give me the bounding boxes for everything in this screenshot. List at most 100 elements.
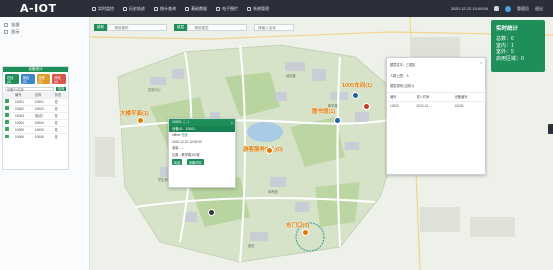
logout-link[interactable]: 退出 — [535, 6, 543, 12]
floor-select[interactable]: 请选楼层 — [187, 24, 248, 31]
table-row[interactable]: 10001 10001 在 — [3, 97, 68, 105]
map-text: 体育馆 — [268, 190, 278, 194]
tag-lowpower[interactable]: 低电(0) — [52, 74, 66, 84]
device-table: 编号 名称 状态 10001 10001 在 10002 10002 在 10003 测试… — [3, 92, 68, 140]
map-label-visitor[interactable]: 游客服务中心(0) — [243, 145, 283, 153]
nav-label: 电子围栏 — [222, 5, 238, 11]
device-pin[interactable] — [352, 92, 359, 99]
detail-table: 编号 进入时间 设备编号 10003 2020-12-... 10003 — [387, 91, 485, 110]
close-icon[interactable]: × — [480, 60, 482, 65]
bell-icon[interactable] — [494, 6, 499, 11]
table-row[interactable]: 10005 10005 在 — [3, 125, 68, 133]
cell-id: 10003 — [13, 111, 33, 119]
nav-item-system[interactable]: 系统管理 — [247, 6, 269, 12]
device-pin[interactable] — [302, 229, 309, 236]
coord-input[interactable]: 请输入坐标 — [254, 24, 294, 31]
avatar[interactable] — [505, 5, 511, 12]
row-checkbox[interactable] — [5, 120, 9, 124]
close-icon[interactable]: × — [231, 120, 233, 125]
device-pin[interactable] — [137, 117, 144, 124]
cell-name: 10004 — [32, 118, 53, 126]
detail-info: 楼层说明 (当前1) — [390, 84, 414, 88]
realtime-stats-panel: 实时统计 总数：6 室内：1 室外：5 启用区域：0 — [491, 20, 545, 72]
map-label-library[interactable]: 图书馆(1) — [312, 107, 335, 115]
map-label-workshop[interactable]: 1005车间(1) — [342, 81, 372, 89]
nav-label: 实时监控 — [98, 5, 114, 11]
campus-map[interactable]: 楼栋 请选楼栋 楼层 请选楼层 请输入坐标 大楼平面(1) 游客服务中心(0) … — [90, 17, 553, 270]
cell-id: 10001 — [13, 97, 33, 105]
left-panel: 全部 显示 设备统计 在线(6) 离线(0) 告警(0) 低电(0) 设备ID/… — [0, 17, 90, 270]
map-text: 教学楼 — [328, 104, 338, 108]
table-header: 编号 进入时间 设备编号 — [387, 91, 485, 101]
cell-status: 在 — [52, 132, 68, 140]
checkbox[interactable] — [4, 22, 8, 27]
stats-title: 实时统计 — [496, 26, 519, 32]
cell-name: 10005 — [32, 125, 53, 133]
device-pin[interactable] — [208, 209, 215, 216]
row-checkbox[interactable] — [5, 134, 9, 138]
status-tags: 在线(6) 离线(0) 告警(0) 低电(0) — [3, 72, 68, 86]
nav-label: 统计查询 — [160, 5, 176, 11]
cell-status: 在 — [52, 125, 68, 133]
popup-actions: 轨迹 设备详情 — [169, 158, 235, 166]
nav-item-monitor[interactable]: 实时监控 — [92, 6, 114, 12]
cell-status: 在 — [52, 118, 68, 126]
map-label-eastgate[interactable]: 东门口(0) — [286, 221, 309, 229]
table-row[interactable]: 10003 2020-12-... 10003 — [387, 100, 485, 110]
user-name[interactable]: 管理员 — [517, 6, 529, 12]
settings-icon — [247, 6, 251, 11]
cell-name: 测试2 — [32, 111, 53, 119]
nav-item-fence[interactable]: 电子围栏 — [216, 6, 238, 12]
nav-item-data[interactable]: 基础数据 — [185, 6, 207, 12]
floor-detail-panel: × 楼层名字：三楼区 人数上限：人 楼层说明 (当前1) 编号 进入时间 设备编… — [386, 57, 486, 175]
building-select[interactable]: 请选楼栋 — [107, 24, 168, 31]
app-logo: A-IOT — [20, 2, 57, 15]
device-detail-button[interactable]: 设备详情 — [186, 159, 204, 165]
cell-id: 10004 — [13, 118, 33, 126]
tag-online[interactable]: 在线(6) — [5, 74, 19, 84]
cell-name: 10001 — [32, 97, 53, 105]
check-all[interactable]: 全部 — [0, 21, 89, 28]
device-filter-input[interactable]: 设备ID/名称 — [5, 87, 54, 92]
detail-header: 楼层名字：三楼区 — [390, 63, 416, 67]
status-text: offline — [172, 133, 181, 137]
cell-device: 10003 — [451, 100, 485, 110]
top-bar: A-IOT 实时监控 历史轨迹 统计查询 基础数据 电子围栏 系统管理 2020… — [0, 0, 553, 17]
nav-item-stats[interactable]: 统计查询 — [154, 6, 176, 12]
coord-filter: 请输入坐标 — [254, 24, 294, 31]
check-show[interactable]: 显示 — [0, 28, 89, 35]
cell-id: 10005 — [13, 125, 33, 133]
table-row[interactable]: 10002 10002 在 — [3, 104, 68, 112]
cell-time: 2020-12-... — [413, 100, 452, 110]
cell-name: 10002 — [32, 104, 53, 112]
table-row[interactable]: 10004 10004 在 — [3, 118, 68, 126]
top-right: 2020-12-22 10:00:00 管理员 退出 — [451, 0, 543, 17]
row-checkbox[interactable] — [5, 99, 9, 103]
collapse-tab[interactable] — [548, 124, 553, 134]
main-nav: 实时监控 历史轨迹 统计查询 基础数据 电子围栏 系统管理 — [92, 6, 269, 12]
check-label: 全部 — [11, 21, 20, 27]
tag-alarm[interactable]: 告警(0) — [36, 74, 51, 84]
tag-offline[interactable]: 离线(0) — [20, 74, 35, 84]
cell-id: 10006 — [13, 132, 33, 140]
filter-button[interactable]: 查询 — [56, 87, 66, 91]
row-checkbox[interactable] — [5, 113, 9, 117]
device-pin[interactable] — [363, 103, 370, 110]
row-checkbox[interactable] — [5, 127, 9, 131]
history-icon — [123, 6, 127, 11]
monitor-icon — [92, 6, 96, 11]
check-label: 显示 — [11, 28, 20, 34]
device-pin[interactable] — [266, 147, 273, 154]
nav-item-history[interactable]: 历史轨迹 — [123, 6, 145, 12]
row-checkbox[interactable] — [5, 106, 9, 110]
map-label-building[interactable]: 大楼平面(1) — [120, 109, 149, 117]
map-text: 食堂 — [248, 244, 255, 248]
track-button[interactable]: 轨迹 — [172, 159, 183, 165]
table-row[interactable]: 10003 测试2 在 — [3, 111, 68, 119]
building-label: 楼栋 — [94, 24, 108, 31]
stats-beacon: 启用区域：0 — [496, 55, 524, 62]
table-row[interactable]: 10006 10006 在 — [3, 132, 68, 140]
device-pin[interactable] — [334, 117, 341, 124]
col-device: 设备编号 — [451, 91, 485, 101]
checkbox[interactable] — [4, 29, 8, 34]
